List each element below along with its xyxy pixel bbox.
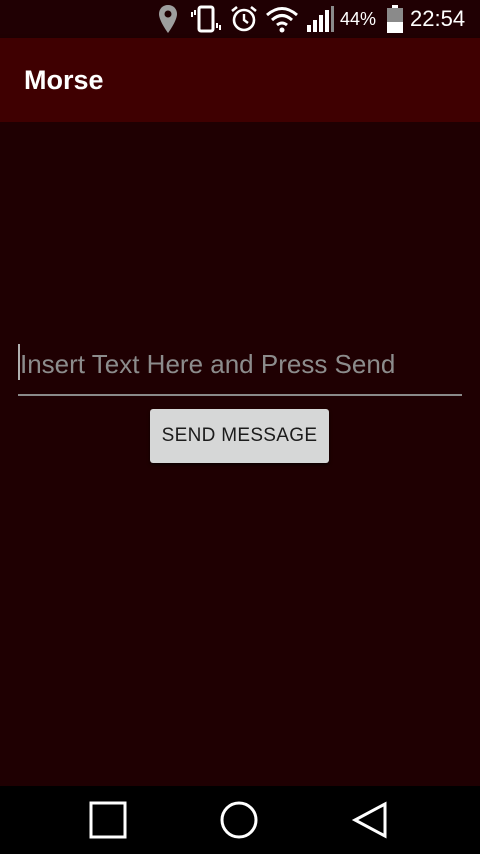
wifi-icon — [264, 0, 300, 38]
main-content: Insert Text Here and Press Send SEND MES… — [0, 122, 480, 786]
app-bar: Morse — [0, 38, 480, 122]
input-placeholder: Insert Text Here and Press Send — [20, 349, 396, 379]
vibrate-icon — [189, 0, 223, 38]
battery-icon — [384, 0, 406, 38]
navigation-bar — [0, 786, 480, 854]
signal-icon — [304, 0, 336, 38]
battery-percent: 44% — [340, 9, 377, 29]
back-icon[interactable] — [330, 786, 410, 854]
send-message-button-label: SEND MESSAGE — [161, 425, 318, 446]
clock-time: 22:54 — [410, 6, 466, 31]
status-bar: 44% 22:54 — [0, 0, 480, 38]
screen: 44% 22:54 Morse Insert Text Here and Pre… — [0, 0, 480, 854]
app-title: Morse — [24, 65, 104, 95]
home-icon[interactable] — [199, 786, 279, 854]
recent-apps-icon[interactable] — [68, 786, 148, 854]
message-input[interactable]: Insert Text Here and Press Send — [18, 338, 462, 396]
send-message-button[interactable]: SEND MESSAGE — [150, 409, 329, 463]
alarm-icon — [228, 0, 260, 38]
location-icon — [156, 0, 180, 38]
